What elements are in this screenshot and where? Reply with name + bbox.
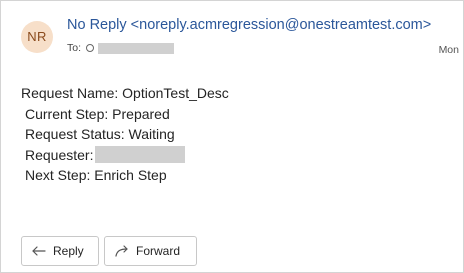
message-body: Request Name: OptionTest_Desc Current St… [21,83,229,186]
reply-button[interactable]: Reply [21,236,99,266]
sender-name[interactable]: No Reply <noreply.acmregression@onestrea… [67,17,431,33]
reply-arrow-icon [32,246,46,256]
avatar[interactable]: NR [21,21,53,53]
requester-label: Requester: [25,146,94,163]
recipient-line: To: [67,42,175,54]
recipient-status-icon [86,44,95,52]
request-status-line: Request Status: Waiting [25,126,175,142]
recipient-redacted[interactable] [98,42,175,54]
email-message-pane: NR No Reply <noreply.acmregression@onest… [0,0,464,273]
message-date: Mon [438,44,459,56]
forward-label: Forward [136,244,181,258]
forward-arrow-icon [115,245,128,257]
to-label: To: [67,42,82,54]
next-step-line: Next Step: Enrich Step [25,167,167,183]
current-step-line: Current Step: Prepared [25,105,170,122]
request-name-line: Request Name: OptionTest_Desc [21,85,229,101]
requester-redacted [95,145,186,163]
requester-line: Requester: [21,145,229,166]
reply-label: Reply [53,244,84,258]
forward-button[interactable]: Forward [104,236,197,266]
